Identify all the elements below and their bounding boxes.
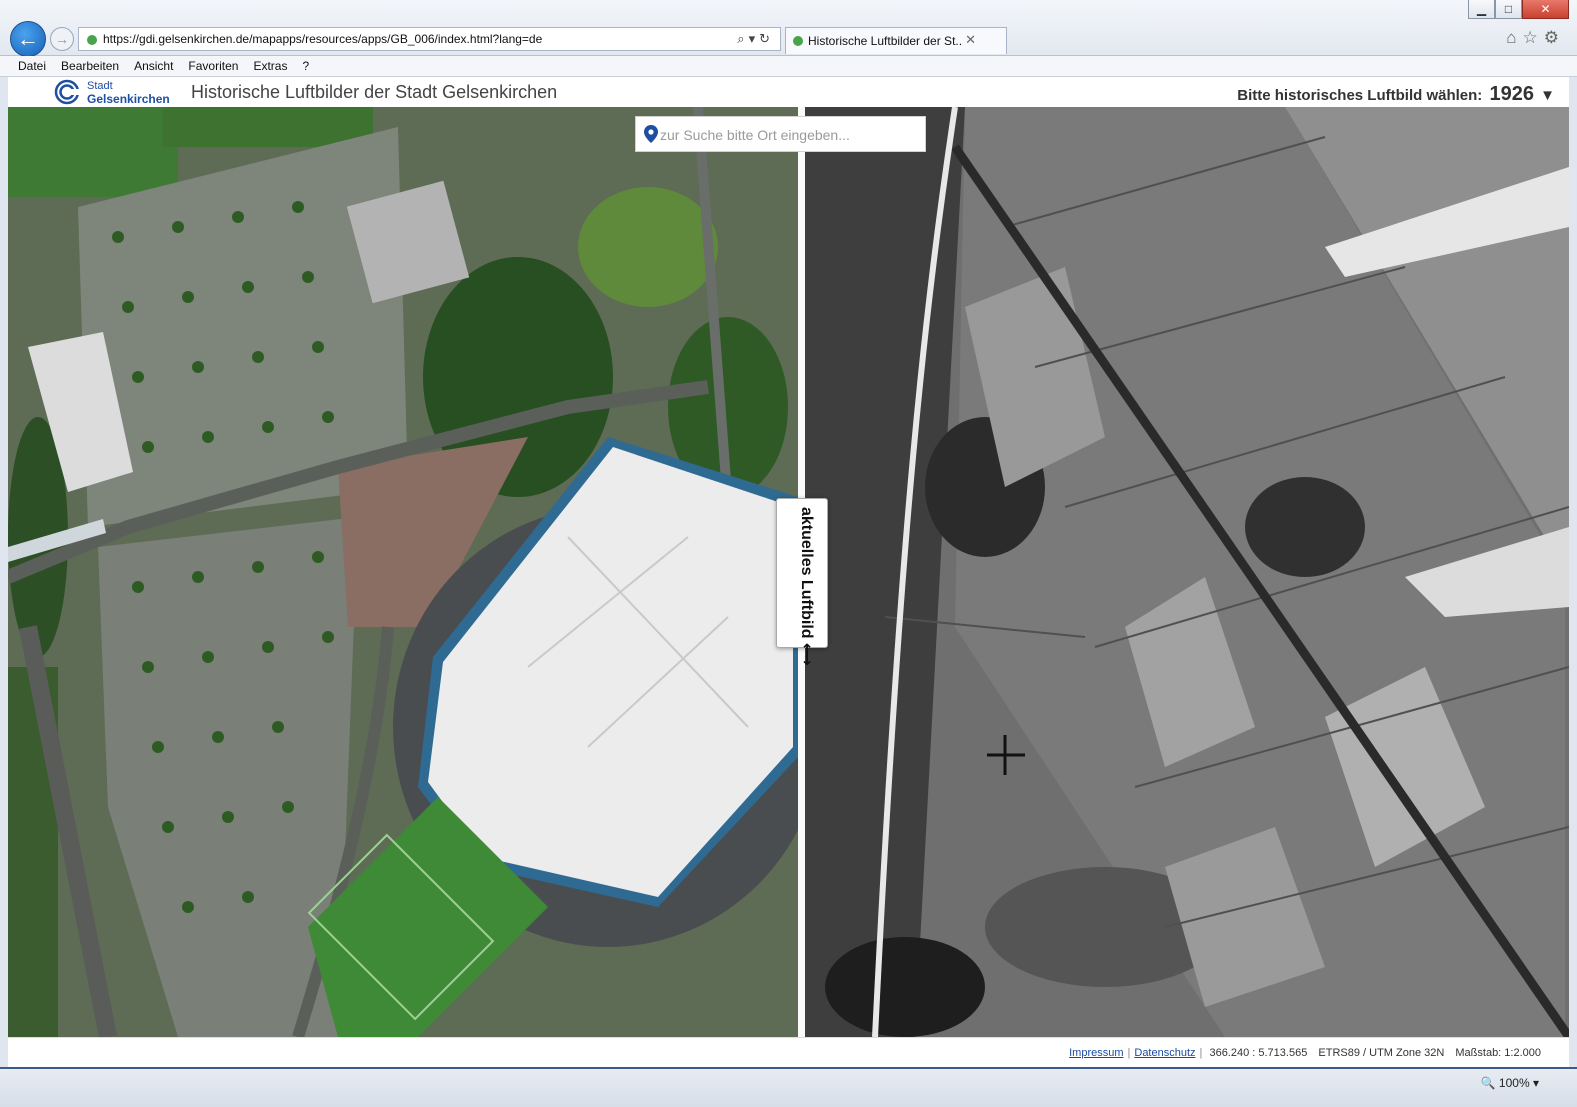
logo-line1: Stadt: [87, 80, 113, 92]
address-bar[interactable]: https://gdi.gelsenkirchen.de/mapapps/res…: [78, 27, 781, 51]
current-aerial-image[interactable]: [8, 107, 798, 1037]
maximize-button[interactable]: □: [1495, 0, 1522, 19]
menu-datei[interactable]: Datei: [18, 56, 46, 76]
app-title: Historische Luftbilder der Stadt Gelsenk…: [191, 82, 558, 102]
browser-status-bar: 🔍 100% ▾: [0, 1067, 1577, 1107]
app-header: Stadt Gelsenkirchen Historische Luftbild…: [8, 77, 1569, 107]
browser-tab[interactable]: Historische Luftbilder der St... ✕: [785, 27, 1007, 54]
city-logo-icon: [54, 79, 80, 105]
search-input[interactable]: [660, 124, 920, 146]
location-pin-icon: [644, 125, 658, 143]
menu-bearbeiten[interactable]: Bearbeiten: [61, 56, 119, 76]
status-separator: |: [1199, 1047, 1203, 1059]
swipe-label: aktuelles Luftbild ⟷: [798, 507, 815, 666]
tab-close-icon[interactable]: ✕: [965, 32, 976, 48]
menu-extras[interactable]: Extras: [253, 56, 287, 76]
search-refresh-icon[interactable]: ⌕▾↻: [737, 31, 774, 47]
coordinate-readout: 366.240 : 5.713.565: [1209, 1047, 1308, 1059]
map-view[interactable]: aktuelles Luftbild ⟷: [8, 107, 1569, 1037]
forward-button[interactable]: →: [50, 27, 74, 51]
tab-favicon-icon: [793, 36, 803, 46]
impressum-link[interactable]: Impressum: [1069, 1047, 1123, 1059]
close-button[interactable]: ✕: [1522, 0, 1569, 19]
city-logo[interactable]: Stadt Gelsenkirchen: [54, 79, 184, 106]
location-search[interactable]: [635, 116, 926, 152]
year-selector[interactable]: Bitte historisches Luftbild wählen: 1926…: [1237, 83, 1555, 106]
back-button[interactable]: ←: [10, 21, 46, 57]
tab-title: Historische Luftbilder der St...: [808, 34, 963, 48]
zoom-control[interactable]: 🔍 100% ▾: [1481, 1076, 1539, 1090]
window-controls: ▁ □ ✕: [1468, 0, 1569, 19]
datenschutz-link[interactable]: Datenschutz: [1134, 1047, 1195, 1059]
status-separator: |: [1127, 1047, 1131, 1059]
current-aerial-graphic: [8, 107, 798, 1037]
browser-toolbar: ▁ □ ✕ ← → https://gdi.gelsenkirchen.de/m…: [0, 0, 1577, 57]
historic-aerial-graphic: [805, 107, 1569, 1037]
status-content: Impressum | Datenschutz | 366.240 : 5.713.5…: [1069, 1047, 1541, 1059]
swipe-handle[interactable]: aktuelles Luftbild ⟷: [776, 498, 828, 666]
menu-favoriten[interactable]: Favoriten: [188, 56, 238, 76]
menu-bar: Datei Bearbeiten Ansicht Favoriten Extra…: [0, 56, 1577, 77]
home-favorites-settings-icon[interactable]: ⌂☆⚙: [1506, 28, 1565, 48]
menu-help[interactable]: ?: [302, 56, 309, 76]
year-value[interactable]: 1926: [1489, 83, 1534, 105]
zoom-dropdown-icon[interactable]: ▾: [1533, 1076, 1539, 1090]
status-bar: Impressum | Datenschutz | 366.240 : 5.713.5…: [8, 1037, 1569, 1067]
menu-ansicht[interactable]: Ansicht: [134, 56, 173, 76]
address-url[interactable]: https://gdi.gelsenkirchen.de/mapapps/res…: [103, 32, 542, 46]
zoom-icon: 🔍: [1480, 1076, 1496, 1090]
crs-label: ETRS89 / UTM Zone 32N: [1318, 1047, 1445, 1059]
historic-aerial-image[interactable]: [805, 107, 1569, 1037]
logo-line2: Gelsenkirchen: [87, 92, 170, 106]
minimize-button[interactable]: ▁: [1468, 0, 1495, 19]
scale-label: Maßstab: 1:2.000: [1455, 1047, 1541, 1059]
secure-icon: [87, 35, 97, 45]
year-prompt: Bitte historisches Luftbild wählen:: [1237, 87, 1483, 104]
zoom-level: 100%: [1498, 1076, 1530, 1090]
dropdown-arrow-icon[interactable]: ▼: [1540, 87, 1555, 104]
